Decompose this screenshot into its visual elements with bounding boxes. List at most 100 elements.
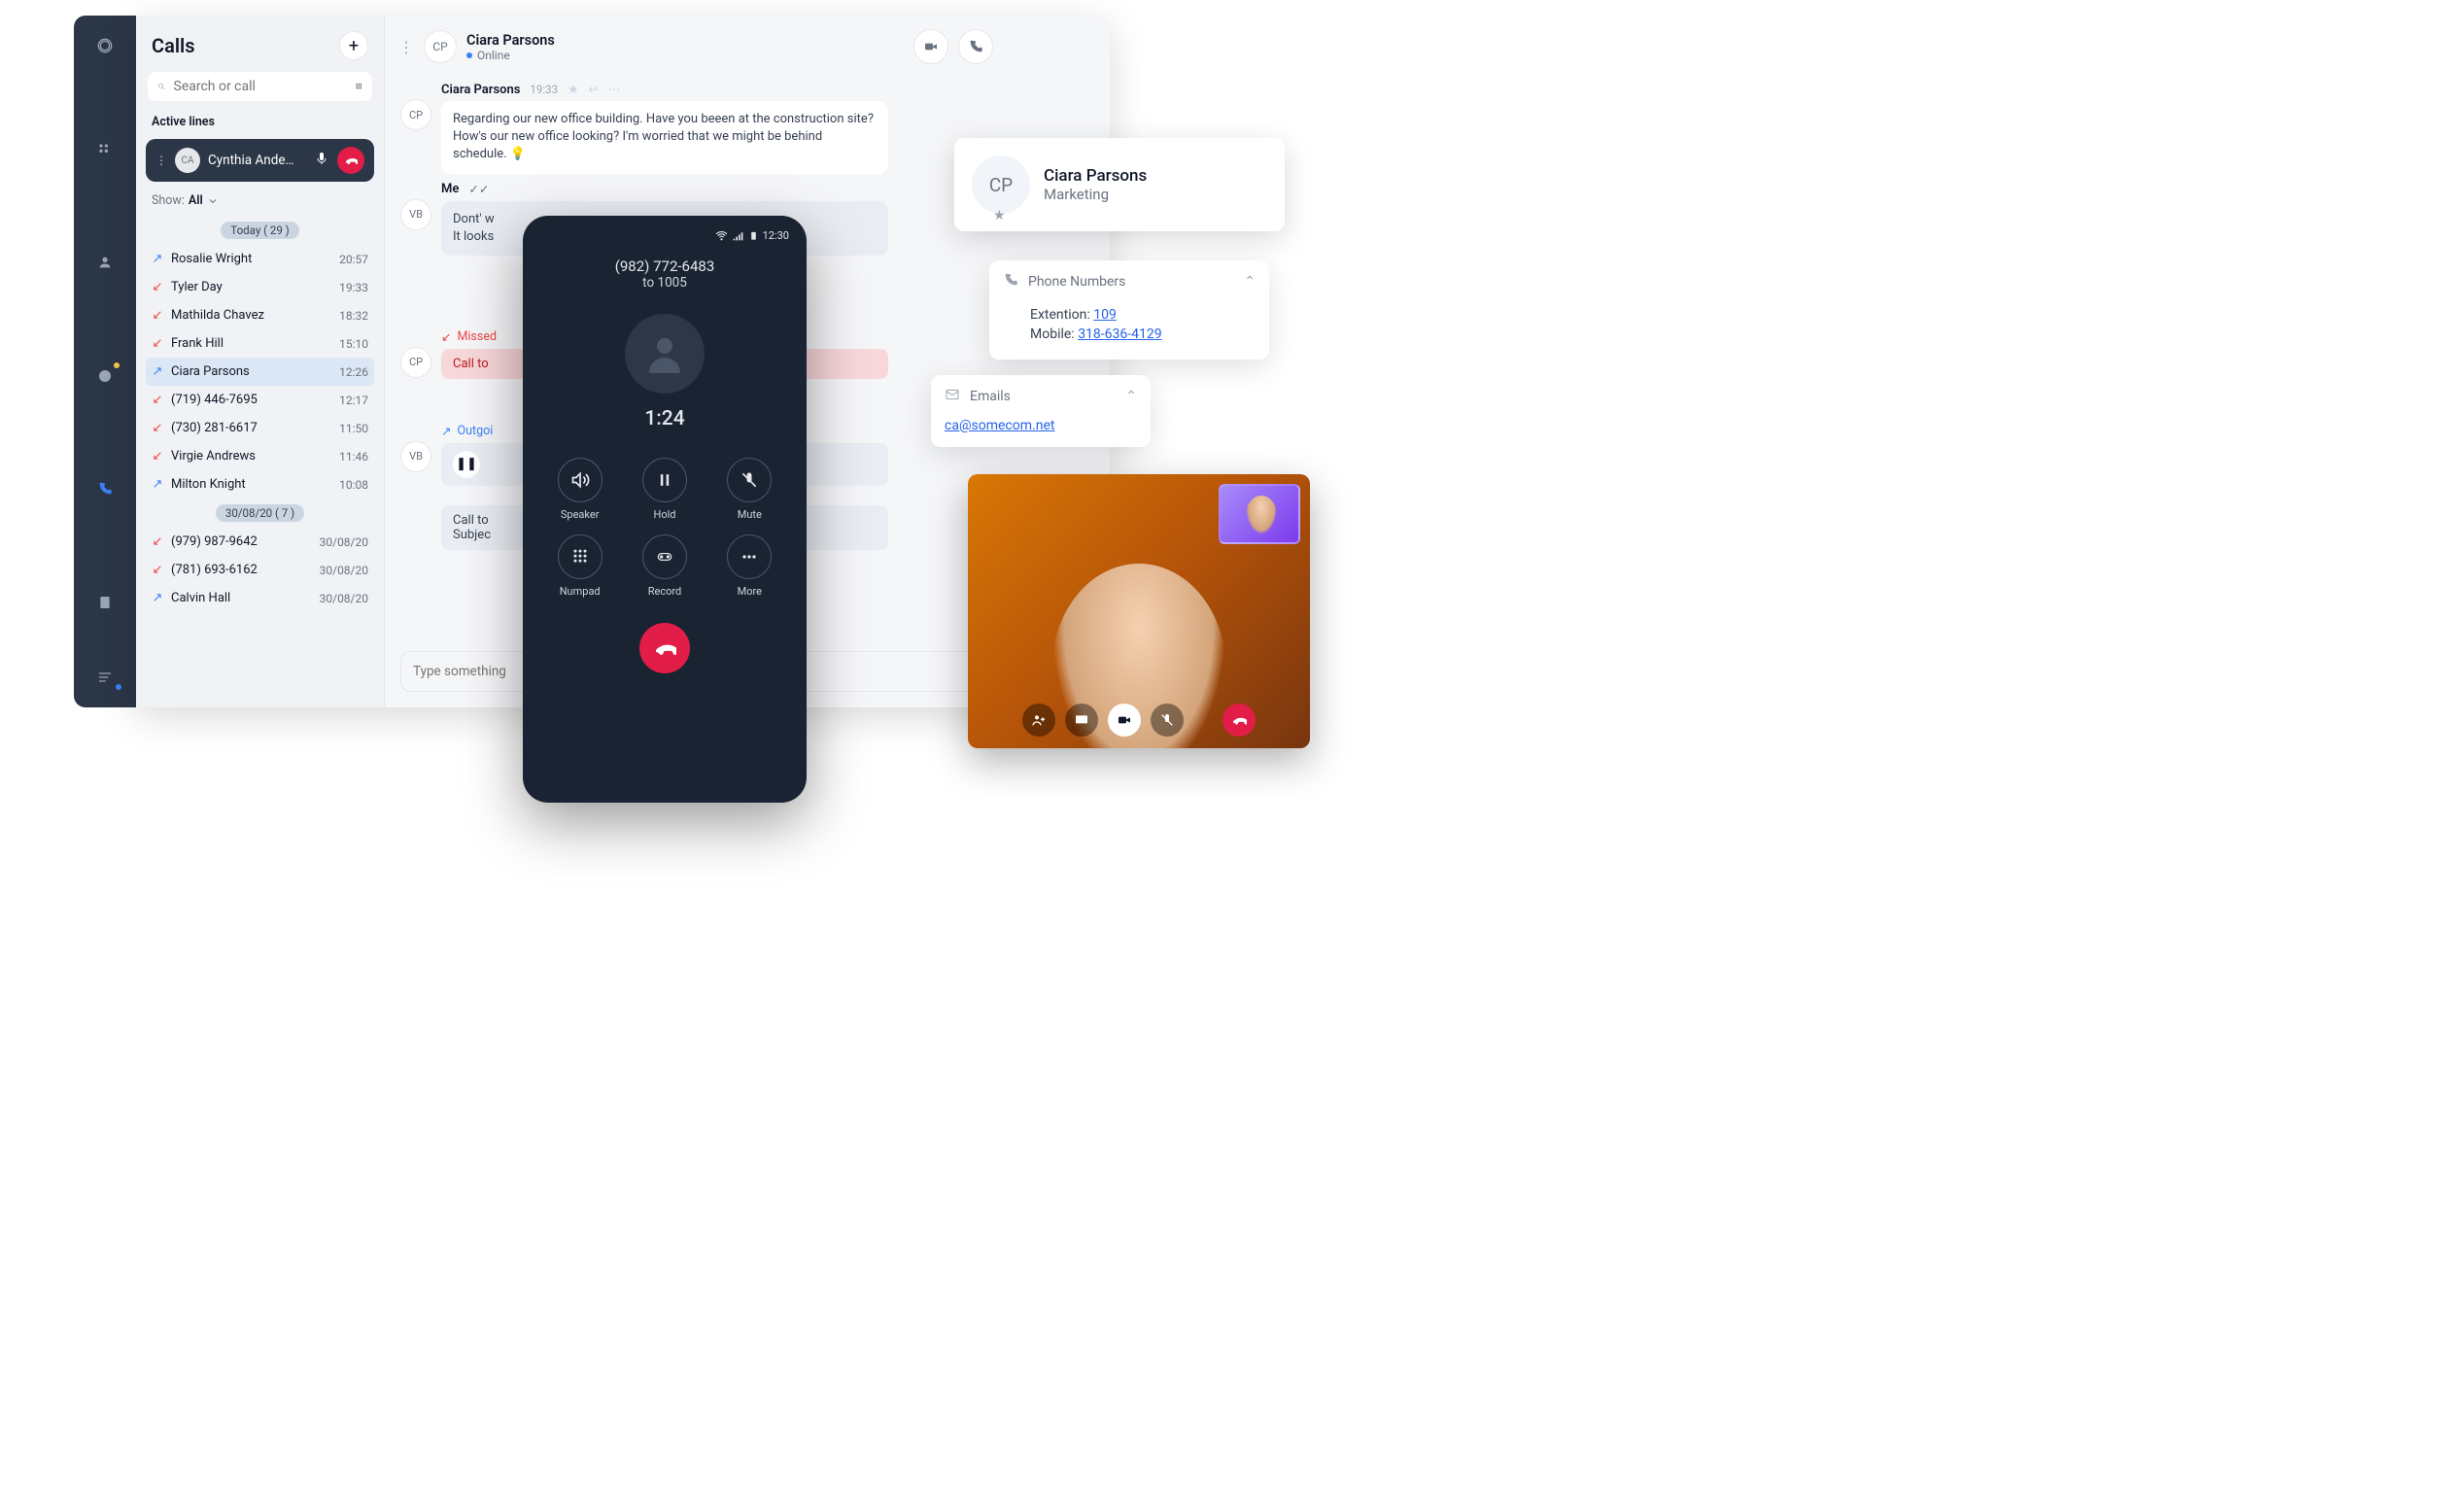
contact-dept: Marketing xyxy=(1044,186,1147,203)
end-video-button[interactable] xyxy=(1222,704,1256,737)
direction-icon: ↙ xyxy=(152,421,163,435)
call-row[interactable]: ↙(979) 987-964230/08/20 xyxy=(146,528,374,556)
msg-avatar: VB xyxy=(400,441,431,472)
video-call-button[interactable] xyxy=(913,29,948,64)
dialpad-icon[interactable] xyxy=(355,79,363,94)
call-row[interactable]: ↙(719) 446-769512:17 xyxy=(146,386,374,414)
active-name: Cynthia Ande… xyxy=(208,153,306,168)
menu-icon[interactable] xyxy=(94,667,116,687)
call-row[interactable]: ↙Frank Hill15:10 xyxy=(146,329,374,358)
kebab-icon[interactable]: ⋮ xyxy=(398,38,414,56)
call-name: (719) 446-7695 xyxy=(171,393,331,407)
more-button[interactable]: More xyxy=(718,534,781,598)
call-name: Milton Knight xyxy=(171,477,331,492)
contact-avatar: CP ★ xyxy=(972,155,1030,214)
end-call-button[interactable] xyxy=(337,147,364,174)
hold-button[interactable]: Hold xyxy=(633,458,696,521)
speaker-button[interactable]: Speaker xyxy=(548,458,611,521)
call-time: 18:32 xyxy=(339,309,368,323)
email-link[interactable]: ca@somecom.net xyxy=(945,418,1054,433)
call-time: 12:26 xyxy=(339,365,368,379)
apps-icon[interactable] xyxy=(94,139,116,159)
contacts-icon[interactable] xyxy=(94,592,116,612)
calls-title: Calls xyxy=(152,34,195,57)
call-row[interactable]: ↙Virgie Andrews11:46 xyxy=(146,442,374,470)
star-icon[interactable]: ★ xyxy=(568,82,578,97)
logo-icon[interactable] xyxy=(94,35,116,55)
mic-mute-button[interactable] xyxy=(1151,704,1184,737)
call-time: 30/08/20 xyxy=(320,564,368,577)
call-time: 11:50 xyxy=(339,422,368,435)
more-icon[interactable]: ⋯ xyxy=(608,82,621,97)
reply-icon[interactable]: ↩ xyxy=(588,82,598,97)
call-row[interactable]: ↙(730) 281-661711:50 xyxy=(146,414,374,442)
call-name: Tyler Day xyxy=(171,280,331,294)
profile-icon[interactable] xyxy=(94,252,116,272)
email-icon xyxy=(945,387,960,406)
camera-button[interactable] xyxy=(1108,704,1141,737)
msg-author: Ciara Parsons xyxy=(441,83,520,97)
direction-icon: ↙ xyxy=(152,449,163,464)
direction-icon: ↗ xyxy=(152,591,163,605)
chat-avatar: CP xyxy=(424,30,457,63)
call-name: Mathilda Chavez xyxy=(171,308,331,323)
record-button[interactable]: Record xyxy=(633,534,696,598)
mute-button[interactable]: Mute xyxy=(718,458,781,521)
chat-header: ⋮ CP Ciara Parsons Online xyxy=(385,16,1110,74)
search-input[interactable] xyxy=(174,79,347,94)
msg-avatar: CP xyxy=(400,347,431,378)
filter-row[interactable]: Show: All xyxy=(146,191,374,216)
call-time: 20:57 xyxy=(339,253,368,266)
call-row[interactable]: ↙Mathilda Chavez18:32 xyxy=(146,301,374,329)
active-call-row[interactable]: ⋮ CA Cynthia Ande… xyxy=(146,139,374,182)
collapse-icon[interactable]: ⌃ xyxy=(1125,389,1137,404)
extension-link[interactable]: 109 xyxy=(1093,307,1117,323)
direction-icon: ↙ xyxy=(152,534,163,549)
call-row[interactable]: ↗Rosalie Wright20:57 xyxy=(146,245,374,273)
chat-icon[interactable] xyxy=(94,365,116,386)
call-duration: 1:24 xyxy=(540,407,789,430)
favorite-icon[interactable]: ★ xyxy=(993,208,1006,223)
direction-icon: ↙ xyxy=(152,563,163,577)
calls-panel: Calls + Active lines ⋮ CA Cynthia Ande… … xyxy=(136,16,385,707)
call-row[interactable]: ↙ (781) 693-6162 30/08/20 xyxy=(146,556,374,584)
call-name: Frank Hill xyxy=(171,336,331,351)
call-row[interactable]: ↙Tyler Day19:33 xyxy=(146,273,374,301)
drag-icon: ⋮ xyxy=(155,154,167,167)
collapse-icon[interactable]: ⌃ xyxy=(1244,274,1256,290)
call-ext: to 1005 xyxy=(540,275,789,291)
call-row[interactable]: ↗Ciara Parsons12:26 xyxy=(146,358,374,386)
mobile-link[interactable]: 318-636-4129 xyxy=(1078,326,1161,342)
call-row[interactable]: ↗Calvin Hall30/08/20 xyxy=(146,584,374,612)
mic-icon[interactable] xyxy=(314,151,329,170)
search-bar[interactable] xyxy=(148,72,372,101)
add-participant-button[interactable] xyxy=(1022,704,1055,737)
caller-avatar xyxy=(625,314,705,394)
hangup-button[interactable] xyxy=(639,623,690,673)
video-pip[interactable] xyxy=(1219,484,1300,544)
signal-icon xyxy=(732,229,744,242)
call-name: Ciara Parsons xyxy=(171,364,331,379)
call-name: Rosalie Wright xyxy=(171,252,331,266)
direction-icon: ↙ xyxy=(152,336,163,351)
pause-icon[interactable]: ❚❚ xyxy=(453,451,480,478)
call-name: (781) 693-6162 xyxy=(171,563,312,577)
numpad-button[interactable]: Numpad xyxy=(548,534,611,598)
chat-status: Online xyxy=(466,49,555,62)
active-avatar: CA xyxy=(175,148,200,173)
call-time: 30/08/20 xyxy=(320,535,368,549)
msg-avatar: CP xyxy=(400,99,431,130)
screen-share-button[interactable] xyxy=(1065,704,1098,737)
battery-icon xyxy=(748,229,759,242)
today-pill: Today ( 29 ) xyxy=(221,222,298,239)
read-icon: ✓✓ xyxy=(468,182,489,197)
audio-call-button[interactable] xyxy=(958,29,993,64)
new-call-button[interactable]: + xyxy=(339,31,368,60)
chevron-down-icon xyxy=(207,195,219,207)
call-time: 19:33 xyxy=(339,281,368,294)
video-call-window xyxy=(968,474,1310,748)
phone-nav-icon[interactable] xyxy=(94,478,116,498)
call-row[interactable]: ↗Milton Knight10:08 xyxy=(146,470,374,498)
call-name: Calvin Hall xyxy=(171,591,312,605)
search-icon xyxy=(157,79,166,94)
